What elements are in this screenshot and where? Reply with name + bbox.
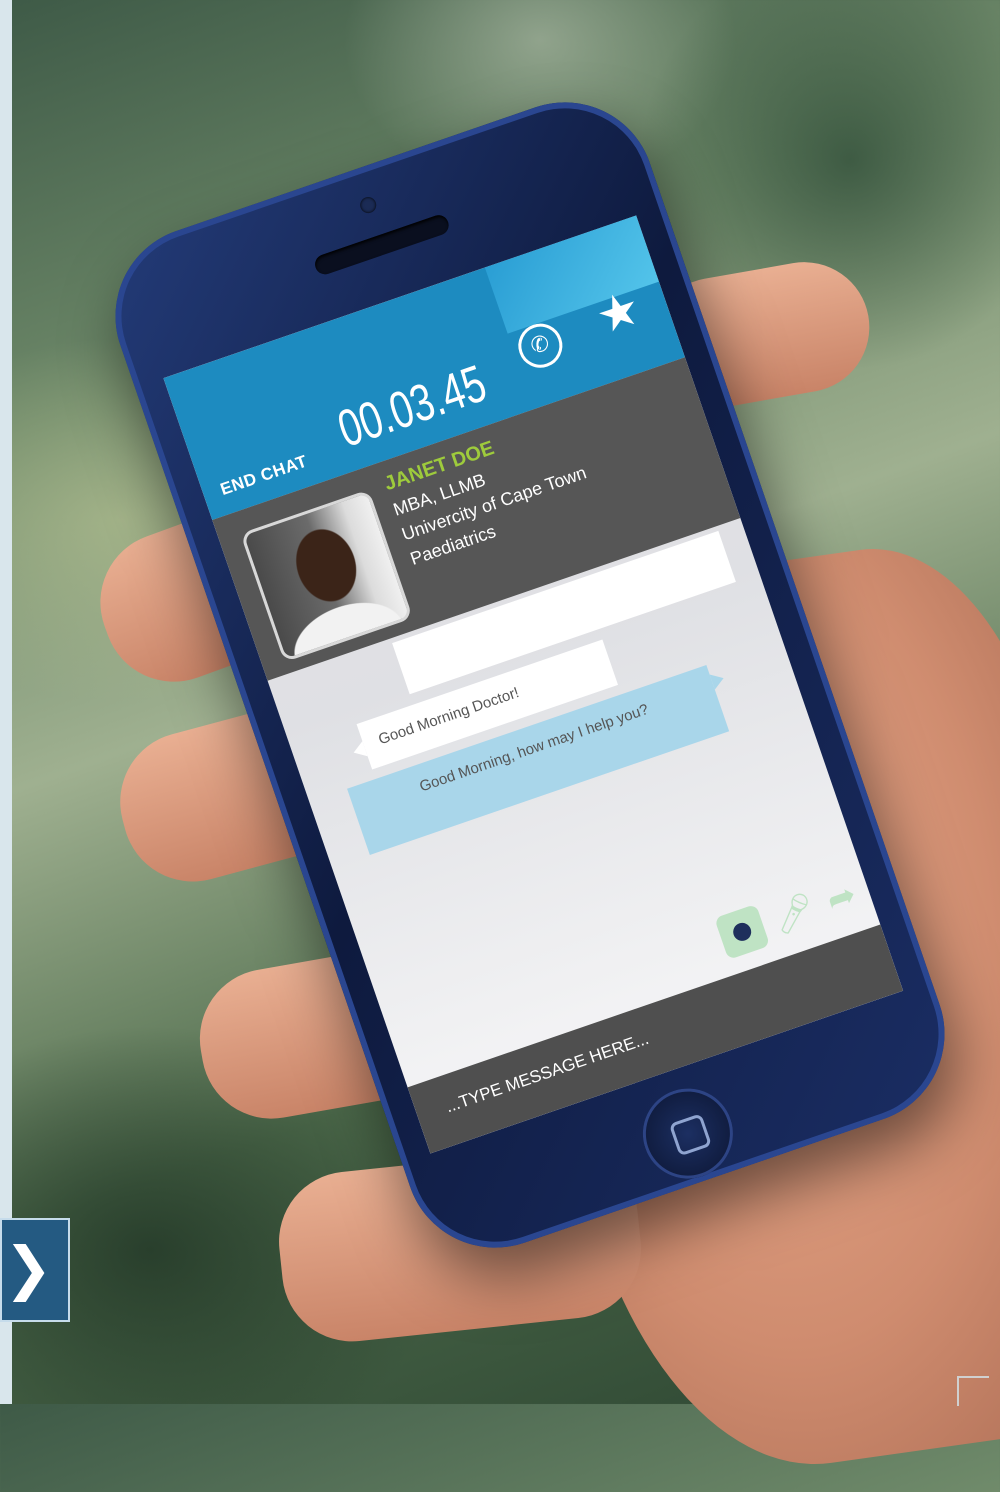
message-input-placeholder: ...TYPE MESSAGE HERE... bbox=[443, 1028, 652, 1117]
earpiece-speaker bbox=[312, 212, 452, 278]
home-square-icon bbox=[668, 1113, 713, 1157]
composer: 🎤︎ ➦ ...TYPE MESSAGE HERE... bbox=[388, 868, 904, 1154]
next-button[interactable]: ❯ bbox=[0, 1218, 70, 1322]
left-edge-strip bbox=[0, 0, 12, 1404]
send-arrow-icon[interactable]: ➦ bbox=[814, 870, 870, 926]
front-camera bbox=[358, 194, 379, 216]
corner-mark bbox=[957, 1376, 989, 1406]
camera-icon[interactable] bbox=[714, 903, 771, 960]
microphone-icon[interactable]: 🎤︎ bbox=[766, 886, 822, 942]
avatar bbox=[240, 489, 414, 663]
star-icon[interactable]: ★ bbox=[589, 279, 648, 346]
